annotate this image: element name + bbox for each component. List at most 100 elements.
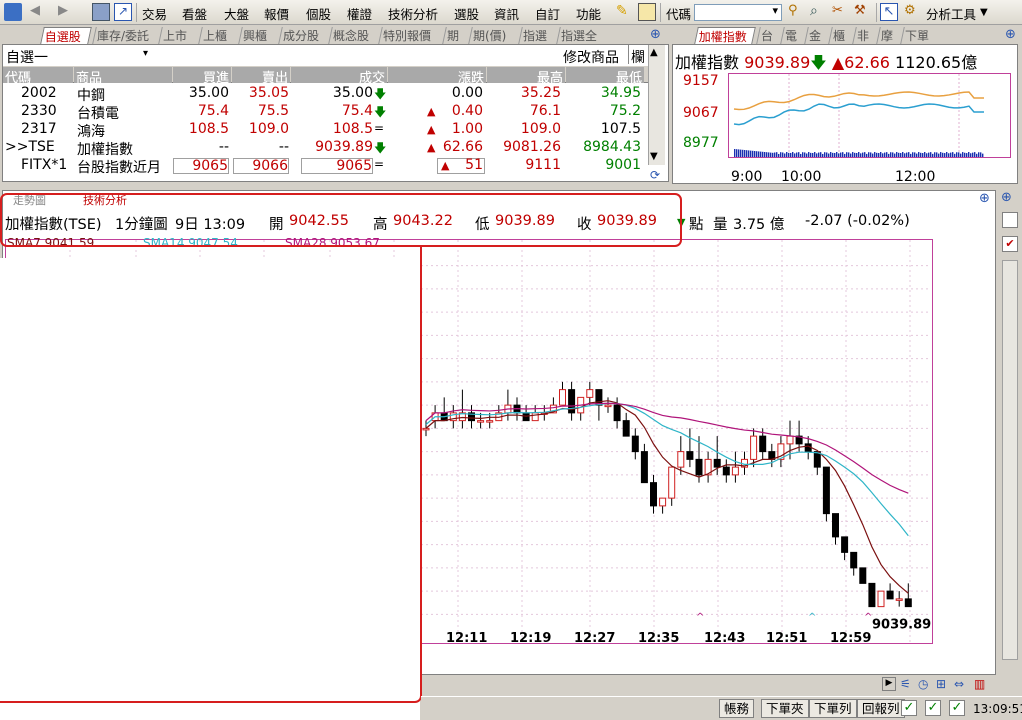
menu-trade[interactable]: 交易 bbox=[142, 4, 167, 23]
order-folder-button[interactable]: 下單夾 bbox=[761, 699, 809, 718]
tab-fin[interactable]: 金 bbox=[804, 27, 828, 44]
check-icon[interactable]: ✔ bbox=[1002, 236, 1018, 252]
tab-listed[interactable]: 上市 bbox=[158, 27, 198, 44]
bar-chart-icon[interactable]: ▥ bbox=[974, 677, 985, 691]
grid-icon[interactable]: ⊞ bbox=[936, 677, 946, 691]
col-change[interactable]: 漲跌 bbox=[388, 67, 486, 86]
chevron-up-icon[interactable]: ▲ bbox=[650, 47, 658, 58]
watchlist-scrollbar[interactable]: ▲ ▼ bbox=[648, 45, 665, 165]
menu-warrant[interactable]: 權證 bbox=[347, 4, 372, 23]
chart-tool-icon[interactable]: ⚟ bbox=[900, 677, 911, 691]
check-icon[interactable]: ✓ bbox=[949, 700, 965, 716]
mini-volume-bar bbox=[856, 153, 858, 157]
menu-screener[interactable]: 選股 bbox=[454, 4, 479, 23]
pen-icon[interactable]: ✎ bbox=[616, 3, 634, 21]
table-row[interactable]: 2330 台積電 75.4 75.5 75.4 🡇 ▲ 0.40 76.1 75.2 bbox=[3, 103, 651, 122]
watchlist-selector[interactable]: 自選一 bbox=[6, 47, 48, 67]
menu-info[interactable]: 資訊 bbox=[494, 4, 519, 23]
tab-futures[interactable]: 期 bbox=[442, 27, 468, 44]
code-input[interactable] bbox=[694, 4, 782, 21]
candle bbox=[449, 405, 457, 429]
back-icon[interactable]: ◀ bbox=[30, 3, 48, 21]
clock-icon[interactable]: ◷ bbox=[918, 677, 928, 691]
analysis-icon[interactable]: ⚙ bbox=[904, 3, 922, 21]
watchlist-header: 代碼 商品 買進 賣出 成交 漲跌 最高 最低 bbox=[3, 65, 651, 86]
tab-index-options[interactable]: 指選 bbox=[518, 27, 556, 44]
move-icon[interactable]: ⇔ bbox=[954, 677, 964, 691]
chevron-down-icon[interactable]: ▾ bbox=[143, 48, 148, 59]
tab-watchlist[interactable]: 自選股 bbox=[40, 27, 92, 44]
tab-index-options-all[interactable]: 指選全 bbox=[556, 27, 606, 44]
col-low[interactable]: 最低 bbox=[566, 67, 644, 86]
menu-analysis-tools[interactable]: 分析工具 bbox=[926, 4, 976, 23]
table-row[interactable]: 2317 鴻海 108.5 109.0 108.5 = ▲ 1.00 109.0 107.5 bbox=[3, 121, 651, 140]
signal-marker-icon: ^ bbox=[808, 612, 816, 623]
tab-futures-price[interactable]: 期(價) bbox=[468, 27, 518, 44]
tab-components[interactable]: 成分股 bbox=[278, 27, 328, 44]
tab-emerging[interactable]: 興櫃 bbox=[238, 27, 278, 44]
chevron-down-icon[interactable]: ▼ bbox=[980, 7, 988, 18]
menu-function[interactable]: 功能 bbox=[576, 4, 601, 23]
tab-taiex[interactable]: 加權指數 bbox=[694, 27, 756, 44]
modify-items-button[interactable]: 修改商品 bbox=[563, 47, 619, 67]
col-last[interactable]: 成交 bbox=[291, 67, 387, 86]
zoom-icon[interactable]: ⊕ bbox=[1005, 27, 1016, 42]
account-button[interactable]: 帳務 bbox=[719, 699, 755, 718]
tab-otc[interactable]: 上櫃 bbox=[198, 27, 238, 44]
cell-low: 34.95 bbox=[600, 85, 641, 101]
zoom-icon[interactable]: ⊕ bbox=[650, 27, 661, 42]
hammer-icon[interactable]: ⚒ bbox=[854, 3, 872, 21]
tab-concept[interactable]: 概念股 bbox=[328, 27, 378, 44]
binoculars-icon[interactable]: ⚲ bbox=[788, 3, 806, 21]
zoom-icon[interactable]: ⊕ bbox=[1001, 190, 1012, 205]
check-icon[interactable]: ✓ bbox=[901, 700, 917, 716]
vertical-scrollbar[interactable] bbox=[1002, 260, 1018, 660]
tab-nonfin[interactable]: 非 bbox=[852, 27, 876, 44]
forward-icon[interactable]: ▶ bbox=[58, 3, 76, 21]
report-bar-button[interactable]: 回報列 bbox=[857, 699, 905, 718]
tab-elec[interactable]: 電 bbox=[780, 27, 804, 44]
menu-market[interactable]: 大盤 bbox=[224, 4, 249, 23]
tab-tw[interactable]: 台 bbox=[756, 27, 780, 44]
menu-custom[interactable]: 自訂 bbox=[535, 4, 560, 23]
mini-chart bbox=[728, 73, 1011, 158]
home-icon[interactable] bbox=[4, 3, 22, 21]
col-high[interactable]: 最高 bbox=[487, 67, 565, 86]
popout-icon[interactable]: ↗ bbox=[114, 3, 132, 21]
table-row[interactable]: FITX*1 台股指數近月 9065 9066 9065 = ▲ 51 9111 9001 bbox=[3, 157, 651, 176]
col-code[interactable]: 代碼 bbox=[3, 67, 73, 86]
check-icon[interactable]: ✓ bbox=[925, 700, 941, 716]
cell-name: 台積電 bbox=[77, 106, 119, 122]
tab-otc-idx[interactable]: 櫃 bbox=[828, 27, 852, 44]
col-name[interactable]: 商品 bbox=[74, 67, 172, 86]
note-icon[interactable] bbox=[638, 3, 656, 21]
menu-technical[interactable]: 技術分析 bbox=[388, 4, 438, 23]
menu-stock[interactable]: 個股 bbox=[306, 4, 331, 23]
tools-icon[interactable]: ✂ bbox=[832, 3, 850, 21]
zoom-icon[interactable]: ⊕ bbox=[979, 191, 990, 206]
chevron-right-icon[interactable]: ▶ bbox=[882, 677, 896, 691]
col-ask[interactable]: 賣出 bbox=[232, 67, 290, 86]
search-icon[interactable]: ⌕ bbox=[810, 3, 828, 21]
print-icon[interactable] bbox=[92, 3, 110, 21]
pointer-icon[interactable]: ↖ bbox=[880, 3, 898, 21]
candle bbox=[458, 389, 466, 429]
menu-watch[interactable]: 看盤 bbox=[182, 4, 207, 23]
tab-order[interactable]: 下單 bbox=[900, 27, 940, 44]
order-bar-button[interactable]: 下單列 bbox=[809, 699, 857, 718]
table-row[interactable]: 2002 中鋼 35.00 35.05 35.00 🡇 0.00 35.25 34.95 bbox=[3, 85, 651, 104]
refresh-icon[interactable]: ⟳ bbox=[650, 168, 660, 182]
candle bbox=[586, 381, 594, 406]
note-icon[interactable] bbox=[1002, 212, 1018, 228]
col-bid[interactable]: 買進 bbox=[173, 67, 231, 86]
mini-volume-bar bbox=[942, 152, 944, 157]
table-row[interactable]: >>TSE 加權指數 -- -- 9039.89 🡇 ▲ 62.66 9081.26 8984.4… bbox=[3, 139, 651, 158]
tab-special[interactable]: 特別報價 bbox=[378, 27, 442, 44]
mini-volume-bar bbox=[764, 152, 766, 157]
tab-inventory[interactable]: 庫存/委託 bbox=[92, 27, 158, 44]
menu-quote[interactable]: 報價 bbox=[264, 4, 289, 23]
tab-msci[interactable]: 摩 bbox=[876, 27, 900, 44]
cell-change: 0.00 bbox=[451, 85, 483, 101]
chevron-down-icon[interactable]: ▼ bbox=[650, 151, 658, 162]
x-tick-label: 12:35 bbox=[638, 631, 679, 643]
